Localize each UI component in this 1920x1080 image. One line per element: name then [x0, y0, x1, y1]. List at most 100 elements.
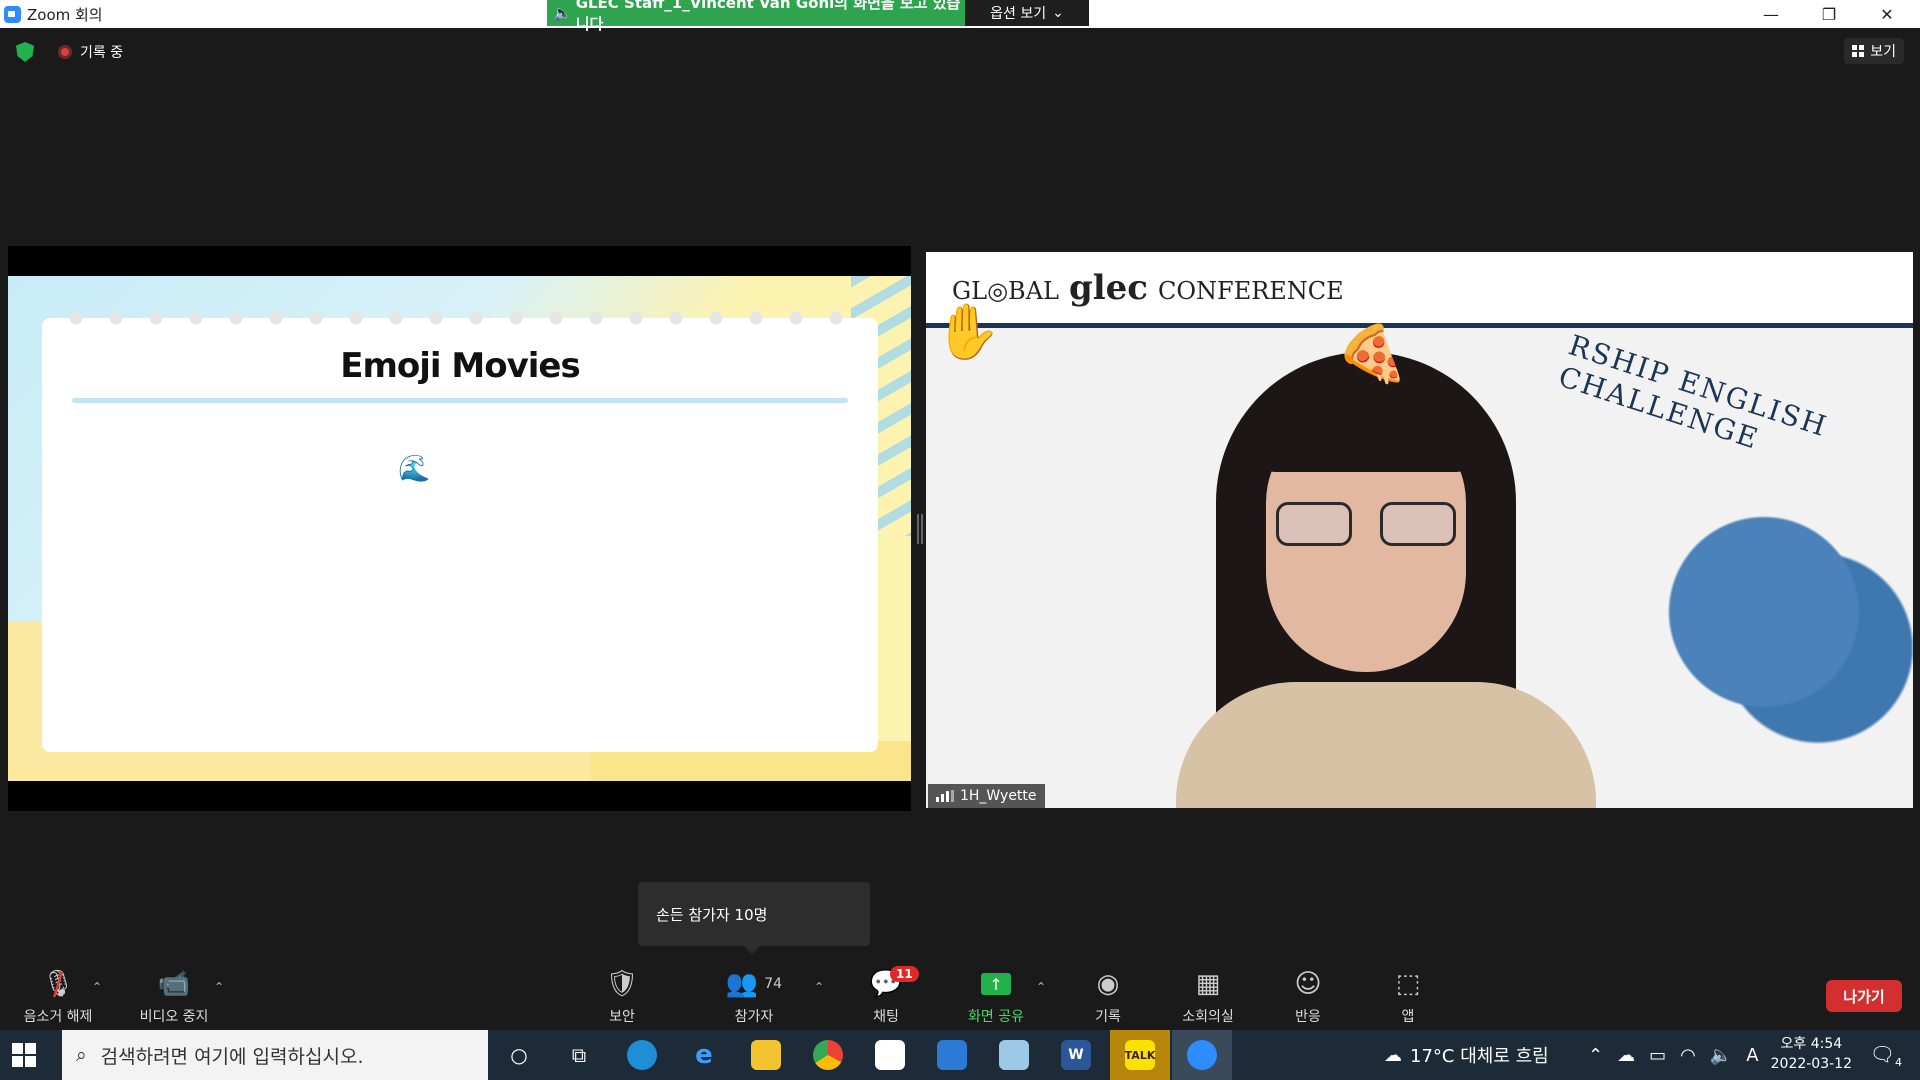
word-app[interactable]: W: [1046, 1030, 1106, 1080]
participant-count: 74: [764, 976, 783, 992]
store-app[interactable]: [860, 1030, 920, 1080]
cloud-sun-icon: ☁: [1384, 1044, 1402, 1066]
slide-notepad: Emoji Movies 🌊: [42, 306, 878, 752]
reactions-label: 반응: [1295, 1009, 1321, 1025]
clock-date: 2022-03-12: [1770, 1056, 1852, 1072]
shared-screen: Emoji Movies 🌊: [8, 246, 911, 811]
search-icon: ⌕: [76, 1044, 87, 1066]
slide: Emoji Movies 🌊: [8, 276, 911, 781]
participant-person: [1176, 352, 1596, 808]
onedrive-icon[interactable]: ☁: [1617, 1045, 1635, 1066]
notes-app[interactable]: [984, 1030, 1044, 1080]
wifi-icon[interactable]: ◠: [1680, 1045, 1696, 1066]
smiley-plus-icon: ☺: [1294, 969, 1322, 999]
windows-taskbar: ⌕ 검색하려면 여기에 입력하십시오. ○ ⧉ e W TALK ☁ 17°C …: [0, 1030, 1920, 1080]
recording-label: 기록 중: [80, 45, 124, 61]
mail-app[interactable]: [922, 1030, 982, 1080]
raised-hands-tooltip: 손든 참가자 10명: [638, 882, 870, 954]
recording-indicator[interactable]: 기록 중: [58, 42, 123, 62]
record-icon: ◉: [1096, 969, 1120, 999]
chevron-down-icon: ⌄: [1052, 5, 1064, 21]
minimize-button[interactable]: —: [1742, 0, 1800, 28]
stop-video-label: 비디오 중지: [139, 1009, 209, 1025]
split-view-handle[interactable]: [917, 514, 923, 544]
encryption-shield-icon[interactable]: [16, 42, 34, 62]
window-title: Zoom 회의: [27, 6, 103, 24]
participant-video[interactable]: GL◎BAL glec CONFERENCE RSHIP ENGLISH CHA…: [926, 252, 1913, 808]
participants-icon: 👥 74: [725, 969, 783, 999]
kakaotalk-icon: TALK: [1125, 1040, 1155, 1070]
fringe: [1256, 382, 1476, 472]
banner-text: GL◎BAL glec CONFERENCE: [952, 268, 1344, 308]
zoom-taskbar-icon: [1187, 1040, 1217, 1070]
weather-text: 17°C 대체로 흐림: [1410, 1046, 1549, 1067]
windows-start-icon[interactable]: [12, 1043, 36, 1067]
volume-icon[interactable]: 🔈: [1710, 1045, 1732, 1066]
meeting-toolbar: 🎙 / 음소거 해제 ⌃ 📹 비디오 중지 ⌃ 🛡 보안 👥 74 참가자 ⌃ 💬 1…: [0, 958, 1920, 1030]
chrome-icon: [813, 1040, 843, 1070]
title-underline: [72, 398, 848, 403]
audio-options-caret[interactable]: ⌃: [92, 980, 102, 994]
chat-icon: 💬 11: [838, 966, 934, 1002]
weather-widget[interactable]: ☁ 17°C 대체로 흐림: [1384, 1030, 1549, 1080]
breakout-grid-icon: ▦: [1195, 969, 1221, 999]
taskbar-clock[interactable]: 오후 4:54 2022-03-12: [1771, 1034, 1852, 1074]
record-button[interactable]: ◉ 기록: [1060, 966, 1156, 1026]
shirt: [1176, 682, 1596, 808]
chat-label: 채팅: [873, 1009, 899, 1025]
apps-button[interactable]: ⬚ 앱: [1360, 966, 1456, 1026]
share-banner-text: GLEC Staff_1_Vincent Van Goni의 화면을 보고 있습…: [575, 0, 961, 33]
chat-button[interactable]: 💬 11 채팅: [838, 966, 934, 1026]
share-options-caret[interactable]: ⌃: [1036, 980, 1046, 994]
share-screen-button[interactable]: ↑ 화면 공유: [948, 966, 1044, 1026]
video-options-caret[interactable]: ⌃: [214, 980, 224, 994]
close-button[interactable]: ✕: [1858, 0, 1916, 28]
kakaotalk-app[interactable]: TALK: [1110, 1030, 1170, 1080]
word-icon: W: [1061, 1040, 1091, 1070]
reactions-button[interactable]: ☺ 반응: [1260, 966, 1356, 1026]
breakout-rooms-button[interactable]: ▦ 소회의실: [1160, 966, 1256, 1026]
security-button[interactable]: 🛡 보안: [574, 966, 670, 1026]
participants-button[interactable]: 👥 74 참가자: [706, 966, 802, 1026]
chat-badge: 11: [890, 966, 919, 982]
meeting-status: 기록 중: [16, 42, 123, 62]
view-options-label: 옵션 보기: [990, 6, 1047, 22]
edge-icon: [627, 1040, 657, 1070]
stop-video-button[interactable]: 📹 비디오 중지: [126, 966, 222, 1026]
chrome-app[interactable]: [798, 1030, 858, 1080]
view-button[interactable]: 보기: [1844, 38, 1904, 64]
share-icon-wrap: ↑: [948, 966, 1044, 1002]
unmute-button[interactable]: 🎙 / 음소거 해제: [10, 966, 106, 1026]
chevron-up-icon[interactable]: ⌃: [1588, 1045, 1603, 1066]
battery-icon[interactable]: ▭: [1649, 1045, 1666, 1066]
maximize-button[interactable]: ❐: [1800, 0, 1858, 28]
notes-icon: [999, 1040, 1029, 1070]
slide-title: Emoji Movies: [340, 346, 580, 386]
system-tray: ⌃ ☁ ▭ ◠ 🔈 A: [1588, 1030, 1759, 1080]
taskbar-search[interactable]: ⌕ 검색하려면 여기에 입력하십시오.: [62, 1030, 488, 1080]
file-explorer-app[interactable]: [736, 1030, 796, 1080]
close-icon: ✕: [1880, 4, 1894, 24]
screen-share-banner: 🔈 GLEC Staff_1_Vincent Van Goni의 화면을 보고 …: [547, 0, 965, 33]
clock-time: 오후 4:54: [1780, 1036, 1843, 1052]
glasses: [1276, 502, 1456, 546]
cortana-icon[interactable]: ○: [502, 1038, 536, 1072]
zoom-app[interactable]: [1172, 1030, 1232, 1080]
leave-button[interactable]: 나가기: [1826, 980, 1902, 1012]
ime-indicator[interactable]: A: [1746, 1045, 1758, 1066]
participants-options-caret[interactable]: ⌃: [814, 980, 824, 994]
banner-rule: [926, 323, 1913, 328]
record-dot-icon: [58, 45, 72, 59]
conference-banner: GL◎BAL glec CONFERENCE: [926, 252, 1913, 324]
participants-label: 참가자: [734, 1009, 774, 1025]
ie-app[interactable]: e: [674, 1030, 734, 1080]
folder-icon: [751, 1040, 781, 1070]
view-options-button[interactable]: 옵션 보기 ⌄: [965, 0, 1089, 26]
task-view-icon[interactable]: ⧉: [562, 1038, 596, 1072]
speaker-icon: 🔈: [553, 4, 572, 22]
search-placeholder: 검색하려면 여기에 입력하십시오.: [100, 1045, 364, 1068]
wave-emoji: 🌊: [398, 454, 431, 484]
notification-center-icon[interactable]: 🗨4: [1870, 1042, 1902, 1069]
edge-app[interactable]: [612, 1030, 672, 1080]
store-icon: [875, 1040, 905, 1070]
